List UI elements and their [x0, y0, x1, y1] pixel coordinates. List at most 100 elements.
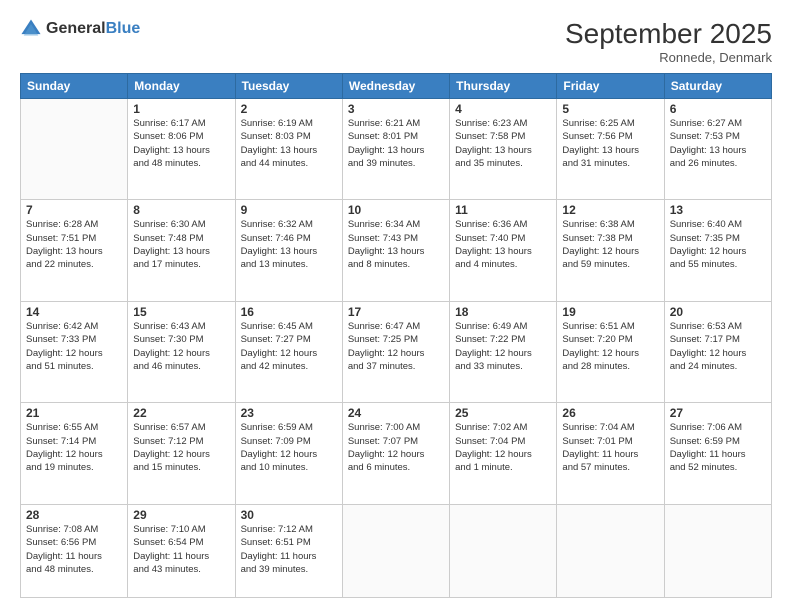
table-row: 3Sunrise: 6:21 AM Sunset: 8:01 PM Daylig… [342, 99, 449, 200]
table-row [450, 504, 557, 597]
day-number: 26 [562, 406, 658, 420]
day-info: Sunrise: 6:47 AM Sunset: 7:25 PM Dayligh… [348, 320, 444, 373]
table-row: 12Sunrise: 6:38 AM Sunset: 7:38 PM Dayli… [557, 200, 664, 301]
table-row: 29Sunrise: 7:10 AM Sunset: 6:54 PM Dayli… [128, 504, 235, 597]
table-row: 23Sunrise: 6:59 AM Sunset: 7:09 PM Dayli… [235, 403, 342, 504]
page: GeneralBlue September 2025 Ronnede, Denm… [0, 0, 792, 612]
col-sunday: Sunday [21, 74, 128, 99]
table-row: 2Sunrise: 6:19 AM Sunset: 8:03 PM Daylig… [235, 99, 342, 200]
day-number: 13 [670, 203, 766, 217]
month-year: September 2025 [565, 18, 772, 50]
table-row: 5Sunrise: 6:25 AM Sunset: 7:56 PM Daylig… [557, 99, 664, 200]
day-number: 28 [26, 508, 122, 522]
table-row: 6Sunrise: 6:27 AM Sunset: 7:53 PM Daylig… [664, 99, 771, 200]
location: Ronnede, Denmark [565, 50, 772, 65]
col-saturday: Saturday [664, 74, 771, 99]
day-info: Sunrise: 7:10 AM Sunset: 6:54 PM Dayligh… [133, 523, 229, 576]
logo-general: General [46, 20, 106, 37]
day-number: 20 [670, 305, 766, 319]
day-number: 6 [670, 102, 766, 116]
day-info: Sunrise: 6:51 AM Sunset: 7:20 PM Dayligh… [562, 320, 658, 373]
table-row: 19Sunrise: 6:51 AM Sunset: 7:20 PM Dayli… [557, 301, 664, 402]
logo: GeneralBlue [20, 18, 140, 40]
logo-blue: Blue [106, 20, 141, 37]
day-number: 15 [133, 305, 229, 319]
day-number: 25 [455, 406, 551, 420]
day-number: 10 [348, 203, 444, 217]
day-number: 27 [670, 406, 766, 420]
day-info: Sunrise: 6:36 AM Sunset: 7:40 PM Dayligh… [455, 218, 551, 271]
day-number: 18 [455, 305, 551, 319]
day-number: 5 [562, 102, 658, 116]
day-info: Sunrise: 6:23 AM Sunset: 7:58 PM Dayligh… [455, 117, 551, 170]
day-number: 7 [26, 203, 122, 217]
table-row: 20Sunrise: 6:53 AM Sunset: 7:17 PM Dayli… [664, 301, 771, 402]
day-info: Sunrise: 6:25 AM Sunset: 7:56 PM Dayligh… [562, 117, 658, 170]
day-info: Sunrise: 6:28 AM Sunset: 7:51 PM Dayligh… [26, 218, 122, 271]
table-row: 14Sunrise: 6:42 AM Sunset: 7:33 PM Dayli… [21, 301, 128, 402]
day-number: 24 [348, 406, 444, 420]
table-row [21, 99, 128, 200]
day-info: Sunrise: 7:12 AM Sunset: 6:51 PM Dayligh… [241, 523, 337, 576]
day-info: Sunrise: 6:17 AM Sunset: 8:06 PM Dayligh… [133, 117, 229, 170]
day-info: Sunrise: 6:49 AM Sunset: 7:22 PM Dayligh… [455, 320, 551, 373]
day-info: Sunrise: 6:19 AM Sunset: 8:03 PM Dayligh… [241, 117, 337, 170]
table-row: 11Sunrise: 6:36 AM Sunset: 7:40 PM Dayli… [450, 200, 557, 301]
day-info: Sunrise: 6:40 AM Sunset: 7:35 PM Dayligh… [670, 218, 766, 271]
table-row: 24Sunrise: 7:00 AM Sunset: 7:07 PM Dayli… [342, 403, 449, 504]
day-number: 1 [133, 102, 229, 116]
logo-icon [20, 18, 42, 40]
table-row: 4Sunrise: 6:23 AM Sunset: 7:58 PM Daylig… [450, 99, 557, 200]
table-row: 26Sunrise: 7:04 AM Sunset: 7:01 PM Dayli… [557, 403, 664, 504]
table-row: 25Sunrise: 7:02 AM Sunset: 7:04 PM Dayli… [450, 403, 557, 504]
table-row: 1Sunrise: 6:17 AM Sunset: 8:06 PM Daylig… [128, 99, 235, 200]
day-info: Sunrise: 7:00 AM Sunset: 7:07 PM Dayligh… [348, 421, 444, 474]
col-tuesday: Tuesday [235, 74, 342, 99]
day-info: Sunrise: 6:32 AM Sunset: 7:46 PM Dayligh… [241, 218, 337, 271]
table-row: 27Sunrise: 7:06 AM Sunset: 6:59 PM Dayli… [664, 403, 771, 504]
table-row: 22Sunrise: 6:57 AM Sunset: 7:12 PM Dayli… [128, 403, 235, 504]
day-number: 8 [133, 203, 229, 217]
day-info: Sunrise: 6:55 AM Sunset: 7:14 PM Dayligh… [26, 421, 122, 474]
day-info: Sunrise: 6:43 AM Sunset: 7:30 PM Dayligh… [133, 320, 229, 373]
table-row: 9Sunrise: 6:32 AM Sunset: 7:46 PM Daylig… [235, 200, 342, 301]
day-info: Sunrise: 6:45 AM Sunset: 7:27 PM Dayligh… [241, 320, 337, 373]
day-info: Sunrise: 6:27 AM Sunset: 7:53 PM Dayligh… [670, 117, 766, 170]
day-info: Sunrise: 7:06 AM Sunset: 6:59 PM Dayligh… [670, 421, 766, 474]
header: GeneralBlue September 2025 Ronnede, Denm… [20, 18, 772, 65]
table-row: 21Sunrise: 6:55 AM Sunset: 7:14 PM Dayli… [21, 403, 128, 504]
table-row: 7Sunrise: 6:28 AM Sunset: 7:51 PM Daylig… [21, 200, 128, 301]
table-row: 28Sunrise: 7:08 AM Sunset: 6:56 PM Dayli… [21, 504, 128, 597]
table-row: 17Sunrise: 6:47 AM Sunset: 7:25 PM Dayli… [342, 301, 449, 402]
day-number: 21 [26, 406, 122, 420]
table-row: 13Sunrise: 6:40 AM Sunset: 7:35 PM Dayli… [664, 200, 771, 301]
day-number: 2 [241, 102, 337, 116]
day-info: Sunrise: 6:21 AM Sunset: 8:01 PM Dayligh… [348, 117, 444, 170]
day-number: 19 [562, 305, 658, 319]
day-number: 3 [348, 102, 444, 116]
col-thursday: Thursday [450, 74, 557, 99]
logo-text: GeneralBlue [46, 21, 140, 37]
day-number: 23 [241, 406, 337, 420]
day-info: Sunrise: 6:42 AM Sunset: 7:33 PM Dayligh… [26, 320, 122, 373]
table-row: 16Sunrise: 6:45 AM Sunset: 7:27 PM Dayli… [235, 301, 342, 402]
day-number: 9 [241, 203, 337, 217]
day-number: 4 [455, 102, 551, 116]
table-row: 10Sunrise: 6:34 AM Sunset: 7:43 PM Dayli… [342, 200, 449, 301]
day-info: Sunrise: 6:57 AM Sunset: 7:12 PM Dayligh… [133, 421, 229, 474]
day-number: 14 [26, 305, 122, 319]
day-number: 29 [133, 508, 229, 522]
table-row [557, 504, 664, 597]
day-number: 30 [241, 508, 337, 522]
calendar-table: Sunday Monday Tuesday Wednesday Thursday… [20, 73, 772, 598]
table-row: 18Sunrise: 6:49 AM Sunset: 7:22 PM Dayli… [450, 301, 557, 402]
day-number: 12 [562, 203, 658, 217]
day-info: Sunrise: 7:08 AM Sunset: 6:56 PM Dayligh… [26, 523, 122, 576]
col-friday: Friday [557, 74, 664, 99]
day-info: Sunrise: 6:59 AM Sunset: 7:09 PM Dayligh… [241, 421, 337, 474]
title-block: September 2025 Ronnede, Denmark [565, 18, 772, 65]
day-info: Sunrise: 6:53 AM Sunset: 7:17 PM Dayligh… [670, 320, 766, 373]
col-monday: Monday [128, 74, 235, 99]
day-number: 16 [241, 305, 337, 319]
col-wednesday: Wednesday [342, 74, 449, 99]
